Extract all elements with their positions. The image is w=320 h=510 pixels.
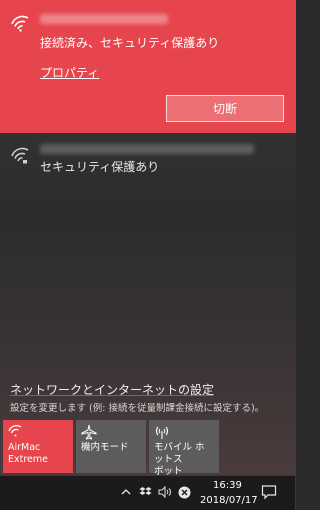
dropbox-icon[interactable] xyxy=(139,486,152,501)
wifi-icon xyxy=(8,424,68,442)
quick-action-label: AirMac Extreme xyxy=(8,442,48,465)
wifi-icon xyxy=(10,14,30,32)
clock-time[interactable]: 16:39 xyxy=(213,480,242,491)
clock-date[interactable]: 2018/07/17 xyxy=(200,495,258,506)
chevron-up-icon[interactable] xyxy=(120,486,132,501)
available-network-item[interactable]: セキュリティ保護あり xyxy=(0,133,296,183)
disconnect-button[interactable]: 切断 xyxy=(166,95,284,122)
network-settings-description: 設定を変更します (例: 接続を従量制課金接続に設定する)。 xyxy=(10,403,265,414)
close-circle-icon[interactable] xyxy=(178,486,191,502)
taskbar: 16:39 2018/07/17 xyxy=(0,475,296,510)
quick-action-mobile-hotspot[interactable]: モバイル ホットス ポット xyxy=(149,420,219,477)
network-name-redacted xyxy=(40,14,168,24)
taskbar-edge xyxy=(295,476,296,510)
network-name-redacted xyxy=(40,144,254,154)
quick-action-airplane-mode[interactable]: 機内モード xyxy=(76,420,146,473)
airplane-icon xyxy=(81,424,141,442)
quick-action-label: 機内モード xyxy=(81,442,129,453)
action-center-icon[interactable] xyxy=(261,484,277,504)
network-flyout: 接続済み、セキュリティ保護あり プロパティ 切断 セキュリティ保護あり ネットワ… xyxy=(0,0,296,477)
network-settings-link[interactable]: ネットワークとインターネットの設定 xyxy=(10,381,214,398)
connection-status: 接続済み、セキュリティ保護あり xyxy=(40,36,220,50)
hotspot-icon xyxy=(154,424,214,442)
connected-network-item[interactable]: 接続済み、セキュリティ保護あり プロパティ 切断 xyxy=(0,0,296,133)
wifi-secured-icon xyxy=(10,145,30,165)
properties-link[interactable]: プロパティ xyxy=(40,64,99,81)
quick-action-wifi[interactable]: AirMac Extreme xyxy=(3,420,73,473)
network-security-status: セキュリティ保護あり xyxy=(40,160,160,174)
quick-action-label: モバイル ホットス ポット xyxy=(154,442,205,477)
volume-icon[interactable] xyxy=(158,485,173,501)
